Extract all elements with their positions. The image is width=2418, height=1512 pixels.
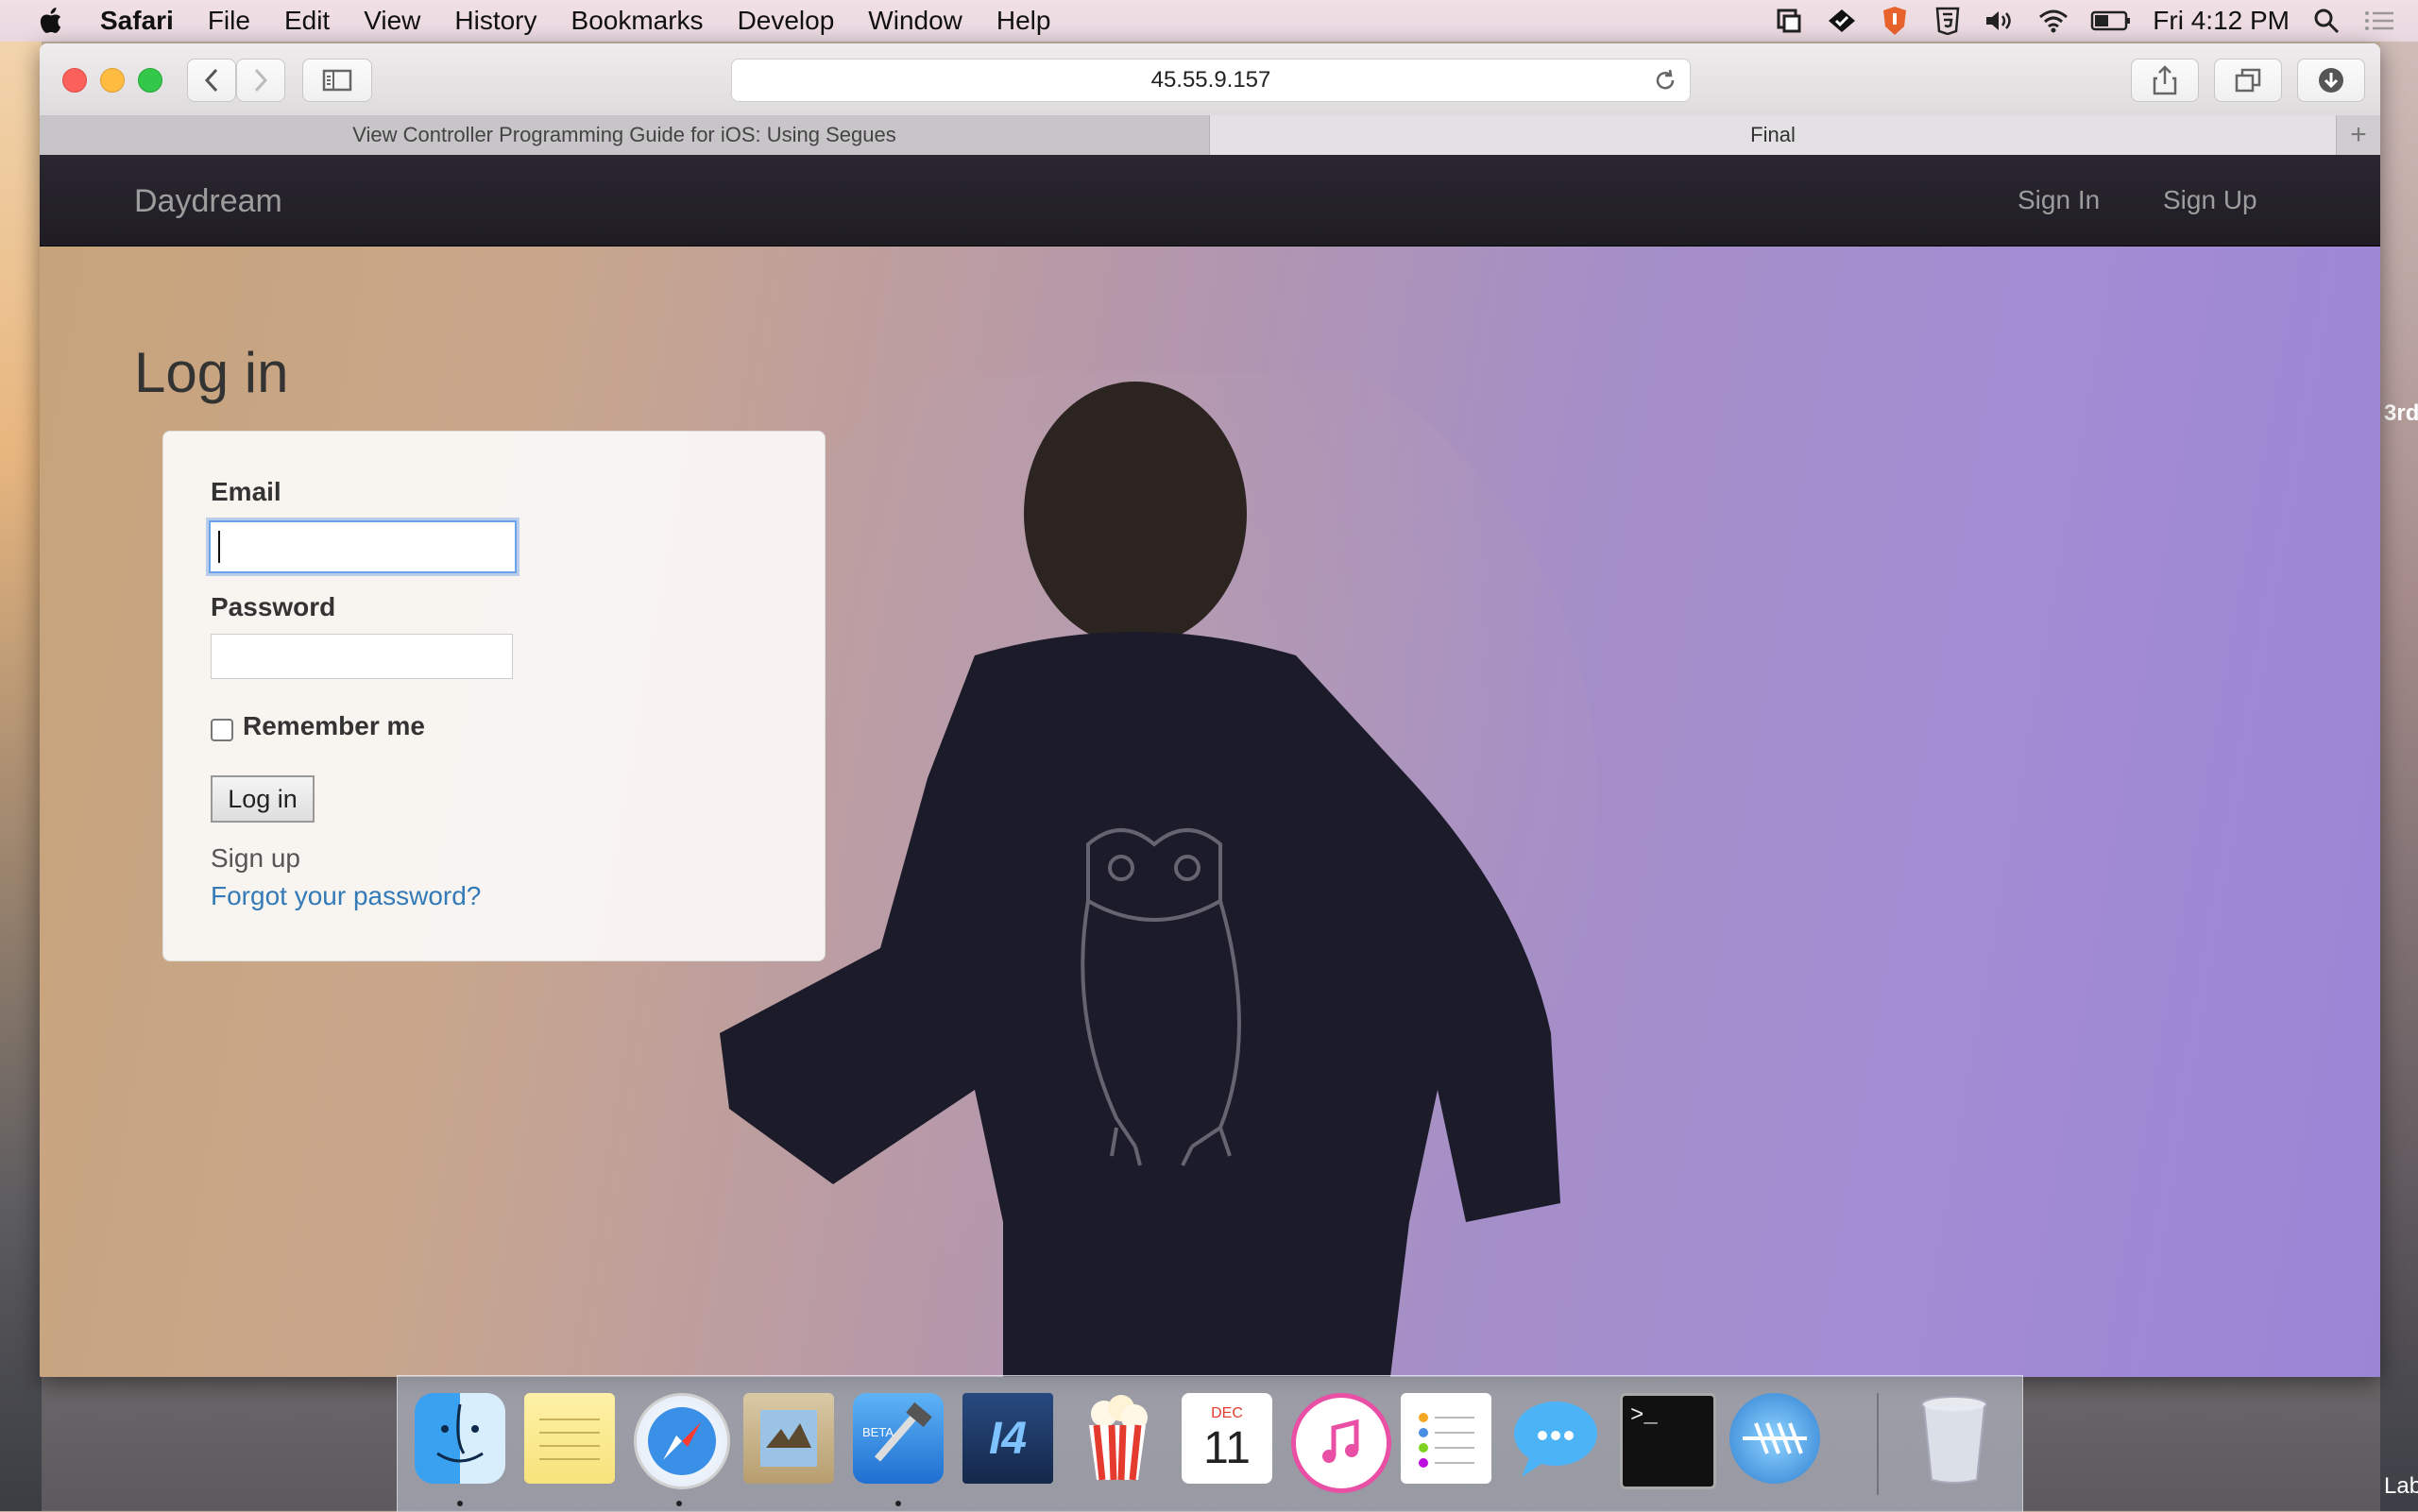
notification-center-icon[interactable] bbox=[2363, 5, 2395, 37]
new-tab-button[interactable]: + bbox=[2337, 115, 2380, 155]
forgot-password-link[interactable]: Forgot your password? bbox=[211, 881, 481, 911]
menu-window[interactable]: Window bbox=[868, 6, 962, 36]
site-navbar: Daydream Sign In Sign Up bbox=[40, 155, 2380, 246]
dock-separator bbox=[1877, 1393, 1879, 1495]
log-in-button[interactable]: Log in bbox=[211, 775, 315, 823]
volume-icon[interactable] bbox=[1984, 5, 2017, 37]
share-icon bbox=[2153, 65, 2177, 95]
sign-up-link[interactable]: Sign up bbox=[211, 843, 300, 874]
calendar-day: 11 bbox=[1203, 1423, 1251, 1473]
apple-menu-icon[interactable] bbox=[40, 8, 62, 34]
terminal-prompt: >_ bbox=[1630, 1403, 1658, 1429]
share-button[interactable] bbox=[2131, 59, 2199, 102]
tabs-icon bbox=[2235, 68, 2261, 93]
reload-icon[interactable] bbox=[1652, 67, 1678, 93]
trash-icon[interactable] bbox=[1909, 1393, 2000, 1484]
download-icon bbox=[2319, 68, 2343, 93]
battery-icon[interactable] bbox=[2090, 5, 2132, 37]
menu-develop[interactable]: Develop bbox=[738, 6, 835, 36]
background-person-photo bbox=[691, 372, 1598, 1377]
menu-history[interactable]: History bbox=[454, 6, 536, 36]
preview-icon[interactable] bbox=[743, 1393, 834, 1484]
safari-window: 45.55.9.157 View Controller Programming … bbox=[40, 43, 2380, 1377]
sidebar-toggle-button[interactable] bbox=[302, 59, 372, 102]
nav-sign-up-link[interactable]: Sign Up bbox=[2163, 185, 2257, 215]
remember-me-checkbox[interactable] bbox=[211, 719, 233, 741]
tab-view-controller-guide[interactable]: View Controller Programming Guide for iO… bbox=[40, 115, 1210, 155]
itunes-icon[interactable] bbox=[1291, 1393, 1391, 1493]
html5-icon[interactable] bbox=[1932, 5, 1964, 37]
menu-view[interactable]: View bbox=[364, 6, 420, 36]
menu-clock[interactable]: Fri 4:12 PM bbox=[2153, 6, 2290, 36]
back-button[interactable] bbox=[187, 59, 236, 102]
wifi-icon[interactable] bbox=[2037, 5, 2069, 37]
web-page: Daydream Sign In Sign Up Log in Email Pa… bbox=[40, 155, 2380, 1377]
instruments-icon[interactable]: I4 bbox=[962, 1393, 1053, 1484]
screen-capture-icon[interactable] bbox=[1773, 5, 1805, 37]
menu-edit[interactable]: Edit bbox=[284, 6, 330, 36]
chevron-left-icon bbox=[204, 68, 218, 93]
plus-icon: + bbox=[2350, 119, 2367, 150]
downloads-button[interactable] bbox=[2297, 59, 2365, 102]
calendar-icon[interactable]: DEC 11 bbox=[1182, 1393, 1272, 1484]
menu-bookmarks[interactable]: Bookmarks bbox=[571, 6, 704, 36]
running-indicator bbox=[895, 1501, 901, 1506]
tab-bar: View Controller Programming Guide for iO… bbox=[40, 115, 2380, 156]
beta-label: BETA bbox=[862, 1425, 894, 1439]
password-label: Password bbox=[211, 592, 336, 621]
chevron-right-icon bbox=[254, 68, 268, 93]
page-title: Log in bbox=[134, 341, 289, 404]
network-tool-icon[interactable] bbox=[1729, 1393, 1820, 1484]
password-field[interactable] bbox=[211, 634, 513, 679]
safari-dock-icon[interactable] bbox=[634, 1393, 730, 1489]
menu-file[interactable]: File bbox=[208, 6, 250, 36]
notes-icon[interactable] bbox=[524, 1393, 615, 1484]
popcorn-time-icon[interactable] bbox=[1072, 1393, 1163, 1484]
browser-toolbar: 45.55.9.157 bbox=[40, 43, 2380, 116]
menu-app-name[interactable]: Safari bbox=[100, 6, 174, 36]
terminal-icon[interactable]: >_ bbox=[1620, 1393, 1716, 1489]
email-label: Email bbox=[211, 477, 281, 506]
zoom-window-button[interactable] bbox=[138, 68, 162, 93]
login-form-panel: Email Password Remember me Log in Sign u… bbox=[162, 431, 826, 961]
remember-me-label[interactable]: Remember me bbox=[243, 711, 425, 741]
email-field[interactable] bbox=[209, 520, 517, 573]
tab-label: View Controller Programming Guide for iO… bbox=[352, 123, 896, 146]
address-bar[interactable]: 45.55.9.157 bbox=[731, 59, 1691, 102]
brave-shield-icon[interactable] bbox=[1879, 5, 1911, 37]
running-indicator bbox=[457, 1501, 463, 1506]
menu-bar: Safari File Edit View History Bookmarks … bbox=[0, 0, 2418, 42]
xcode-beta-icon[interactable]: BETA bbox=[853, 1393, 944, 1484]
calendar-month: DEC bbox=[1211, 1405, 1243, 1421]
sidebar-icon bbox=[322, 69, 352, 92]
desktop-wallpaper-right bbox=[2380, 0, 2418, 1511]
running-indicator bbox=[676, 1501, 682, 1506]
forward-button[interactable] bbox=[236, 59, 285, 102]
nav-sign-in-link[interactable]: Sign In bbox=[2018, 185, 2100, 215]
feedly-icon[interactable] bbox=[1826, 5, 1858, 37]
url-text: 45.55.9.157 bbox=[1150, 67, 1271, 93]
reminders-icon[interactable] bbox=[1401, 1393, 1491, 1484]
text-cursor bbox=[218, 531, 220, 563]
tab-label: Final bbox=[1750, 123, 1796, 146]
finder-icon[interactable] bbox=[415, 1393, 505, 1484]
spotlight-icon[interactable] bbox=[2310, 5, 2342, 37]
close-window-button[interactable] bbox=[62, 68, 87, 93]
instruments-label: I4 bbox=[988, 1413, 1028, 1464]
menu-extras: Fri 4:12 PM bbox=[1773, 0, 2395, 42]
desktop-wallpaper-left bbox=[0, 0, 42, 1511]
desktop-file-label: 3rd bbox=[2384, 400, 2418, 426]
site-brand-link[interactable]: Daydream bbox=[134, 183, 282, 220]
desktop-file-label: Lab bbox=[2384, 1473, 2418, 1499]
minimize-window-button[interactable] bbox=[100, 68, 125, 93]
messages-icon[interactable] bbox=[1510, 1393, 1601, 1484]
menu-help[interactable]: Help bbox=[996, 6, 1051, 36]
dock: BETA I4 DEC 11 >_ bbox=[397, 1375, 2023, 1512]
tab-final[interactable]: Final bbox=[1210, 115, 2337, 155]
tab-overview-button[interactable] bbox=[2214, 59, 2282, 102]
